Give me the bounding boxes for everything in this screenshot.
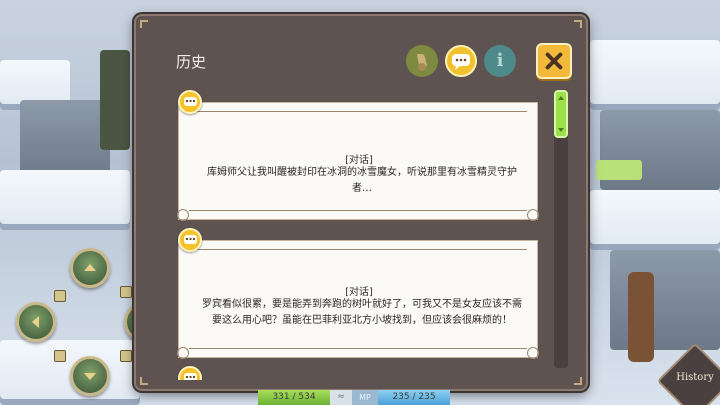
snow-block [590, 40, 720, 110]
dpad-diagonal-button[interactable] [54, 290, 66, 302]
scrollbar[interactable] [554, 90, 568, 368]
divider [189, 111, 527, 112]
mp-value: 235 / 235 [378, 390, 450, 405]
list-item: [对话] 库姆师父让我叫醒被封印在冰洞的冰雪魔女，听说那里有冰雪精灵守护者… [170, 90, 550, 221]
entry-type-label: [对话] [345, 287, 373, 298]
grass-tile [596, 160, 642, 180]
panel-ornament [140, 20, 148, 28]
hp-value: 331 / 534 [258, 390, 330, 405]
stone-block [610, 250, 720, 350]
history-button-label[interactable]: History [672, 372, 718, 383]
entry-card: [对话] 库姆师父让我叫醒被封印在冰洞的冰雪魔女，听说那里有冰雪精灵守护者… [177, 102, 539, 221]
mp-label: MP [352, 390, 378, 405]
divider [189, 348, 527, 349]
dpad-diagonal-button[interactable] [54, 350, 66, 362]
bubble-dots [186, 238, 195, 240]
snow-block [0, 170, 130, 230]
dpad-left-button[interactable] [16, 302, 56, 342]
history-panel: 历史 i [对话] 库姆师父让我叫醒被封印在冰洞的冰雪魔女，听说那里有冰雪精灵守… [134, 14, 588, 391]
ornament-curl [177, 209, 189, 221]
entry-text: 库姆师父让我叫醒被封印在冰洞的冰雪魔女，听说那里有冰雪精灵守护者… [207, 167, 517, 194]
scrollbar-thumb[interactable] [554, 90, 568, 138]
panel-title: 历史 [176, 53, 207, 71]
bubble-dots [186, 100, 195, 102]
scroll-down-icon [558, 128, 564, 132]
chat-bubble-icon [178, 366, 202, 380]
panel-ornament [574, 377, 582, 385]
filter-icon [417, 54, 427, 71]
list-item: [对话] 罗宾看似很累，要是能弄到奔跑的树叶就好了，可我又不是女友应该不需要这么… [170, 228, 550, 359]
chat-bubble-icon [178, 90, 202, 114]
wooden-post [628, 272, 654, 362]
dpad-down-button[interactable] [70, 356, 110, 396]
ornament-curl [177, 347, 189, 359]
stone-block [20, 100, 110, 180]
separator-icon: ≈ [330, 390, 352, 405]
ornament-curl [527, 209, 539, 221]
dpad-diagonal-button[interactable] [120, 350, 132, 362]
info-tab[interactable]: i [484, 45, 516, 77]
entry-card: [对话] 罗宾看似很累，要是能弄到奔跑的树叶就好了，可我又不是女友应该不需要这么… [177, 240, 539, 359]
entry-text: 罗宾看似很累，要是能弄到奔跑的树叶就好了，可我又不是女友应该不需要这么用心吧？虽… [202, 299, 522, 326]
npc-statue [100, 50, 130, 150]
snow-block [590, 190, 720, 250]
list-item [170, 366, 550, 380]
panel-ornament [140, 377, 148, 385]
dpad-up-button[interactable] [70, 248, 110, 288]
panel-ornament [574, 20, 582, 28]
divider [189, 210, 527, 211]
ornament-curl [527, 347, 539, 359]
chevron-up-icon [84, 264, 96, 271]
divider [189, 249, 527, 250]
status-bar: 331 / 534 ≈ MP 235 / 235 [258, 390, 450, 405]
chat-tab[interactable] [445, 45, 477, 77]
scroll-up-icon [558, 96, 564, 100]
chevron-left-icon [32, 316, 39, 328]
bubble-dots [186, 376, 195, 378]
entry-type-label: [对话] [345, 155, 373, 166]
chat-bubble-icon [452, 54, 470, 70]
close-button[interactable] [536, 43, 572, 79]
info-icon: i [496, 50, 504, 71]
chat-bubble-icon [178, 228, 202, 252]
chevron-down-icon [84, 373, 96, 380]
filter-tab[interactable] [406, 45, 438, 77]
dpad-diagonal-button[interactable] [120, 286, 132, 298]
history-list[interactable]: [对话] 库姆师父让我叫醒被封印在冰洞的冰雪魔女，听说那里有冰雪精灵守护者… [… [170, 90, 550, 380]
